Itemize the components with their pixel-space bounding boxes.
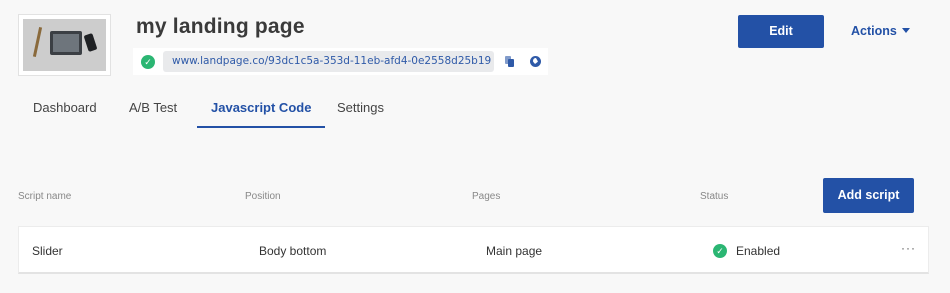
thumbnail-pen [32,27,43,57]
column-header-pages: Pages [472,191,501,202]
pages-cell: Main page [486,244,543,258]
copy-icon[interactable] [505,56,515,67]
page-url-link[interactable]: www.landpage.co/93dc1c5a-353d-11eb-afd4-… [163,51,494,72]
tab-ab-test[interactable]: A/B Test [129,100,177,128]
script-name-cell: Slider [32,244,63,258]
thumbnail-phone [83,33,98,52]
more-horizontal-icon[interactable]: ··· [901,241,916,255]
tab-settings[interactable]: Settings [337,100,384,128]
page-title: my landing page [136,15,305,38]
column-header-position: Position [245,191,281,202]
url-bar: ✓ www.landpage.co/93dc1c5a-353d-11eb-afd… [133,48,548,75]
check-circle-icon: ✓ [713,244,727,258]
globe-icon[interactable] [530,56,541,67]
add-script-button[interactable]: Add script [823,178,914,213]
page-thumbnail[interactable] [18,14,111,76]
edit-button[interactable]: Edit [738,15,824,48]
check-circle-icon: ✓ [141,55,155,69]
caret-down-icon [901,28,910,33]
thumbnail-image [23,19,106,71]
table-row[interactable]: Slider Body bottom Main page ✓ Enabled ·… [18,226,929,274]
column-header-status: Status [700,191,729,202]
actions-dropdown[interactable]: Actions [851,24,910,38]
column-header-script-name: Script name [18,191,72,202]
status-cell: Enabled [736,244,781,258]
position-cell: Body bottom [259,244,327,258]
tab-javascript-code[interactable]: Javascript Code [196,100,326,128]
actions-label: Actions [851,24,897,38]
thumbnail-laptop [50,31,82,55]
tab-dashboard[interactable]: Dashboard [33,100,97,128]
